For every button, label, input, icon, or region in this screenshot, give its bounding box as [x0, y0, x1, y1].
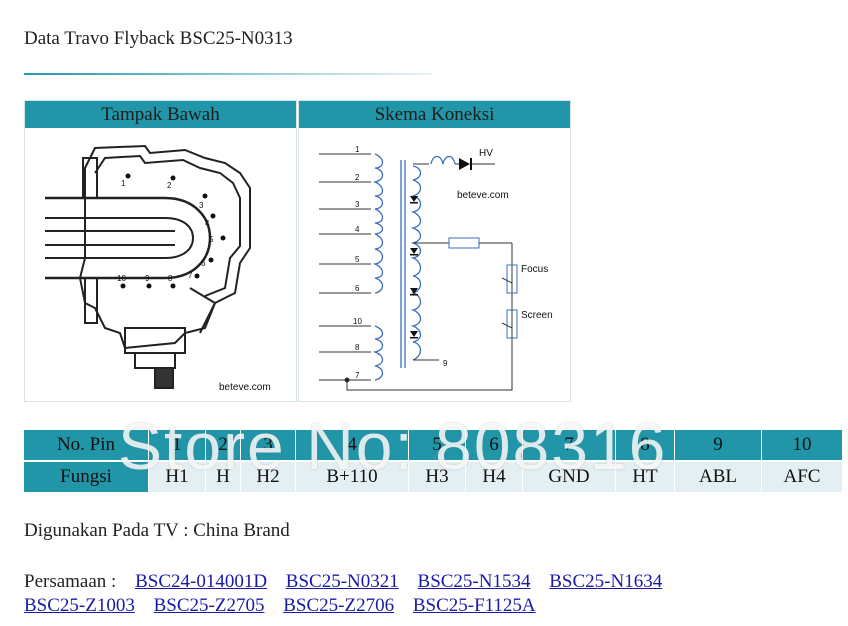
equivalent-link[interactable]: BSC25-N1634: [549, 571, 662, 592]
svg-text:10: 10: [117, 274, 126, 283]
equivalent-link[interactable]: BSC25-Z2705: [154, 595, 265, 616]
pin-number: 2: [205, 430, 241, 461]
svg-text:5: 5: [355, 255, 360, 264]
pin-row-label: No. Pin: [24, 430, 149, 461]
bottom-view-panel: Tampak Bawah 1 2 3 4 5 6 7 8 9 10 beteve…: [24, 100, 297, 402]
focus-label: Focus: [521, 264, 548, 275]
svg-text:8: 8: [168, 274, 173, 283]
hv-label: HV: [479, 148, 493, 159]
svg-text:2: 2: [167, 181, 172, 190]
equivalent-link[interactable]: BSC25-Z1003: [24, 595, 135, 616]
svg-text:7: 7: [355, 371, 360, 380]
svg-text:3: 3: [355, 200, 360, 209]
svg-text:10: 10: [353, 317, 362, 326]
svg-text:6: 6: [355, 284, 360, 293]
pin-number: 10: [761, 430, 843, 461]
screen-label: Screen: [521, 310, 553, 321]
drawing-watermark: beteve.com: [219, 382, 271, 393]
pin-number: 9: [674, 430, 762, 461]
equivalent-link[interactable]: BSC24-014001D: [135, 571, 267, 592]
pin-function: HT: [615, 460, 675, 492]
equivalents-label: Persamaan :: [24, 571, 117, 592]
pin-label: 1: [121, 179, 126, 188]
pin-function: AFC: [761, 460, 843, 492]
schematic-header: Skema Koneksi: [299, 101, 570, 128]
flyback-bottom-drawing: 1 2 3 4 5 6 7 8 9 10 beteve.com: [45, 144, 271, 393]
pin-number: 4: [295, 430, 409, 461]
pin-function: H: [205, 460, 241, 492]
svg-text:5: 5: [209, 235, 214, 244]
used-on-text: Digunakan Pada TV : China Brand: [24, 520, 290, 541]
bottom-view-header: Tampak Bawah: [25, 101, 296, 128]
page-title: Data Travo Flyback BSC25-N0313: [24, 28, 293, 49]
pin-number: 8: [615, 430, 675, 461]
svg-text:4: 4: [205, 219, 210, 228]
pin-function: H2: [240, 460, 296, 492]
svg-text:9: 9: [443, 359, 448, 368]
pin-function: GND: [522, 460, 616, 492]
svg-text:6: 6: [201, 259, 206, 268]
equivalent-link[interactable]: BSC25-Z2706: [283, 595, 394, 616]
pin-number: 6: [465, 430, 523, 461]
pin-number: 5: [408, 430, 466, 461]
svg-text:8: 8: [355, 343, 360, 352]
equivalents-list: Persamaan : BSC24-014001D BSC25-N0321 BS…: [24, 570, 704, 618]
pin-function: ABL: [674, 460, 762, 492]
pin-function: H3: [408, 460, 466, 492]
svg-text:2: 2: [355, 173, 360, 182]
pin-function: B+110: [295, 460, 409, 492]
pin-number: 3: [240, 430, 296, 461]
svg-text:9: 9: [145, 274, 150, 283]
pin-number: 7: [522, 430, 616, 461]
title-divider: [24, 73, 432, 75]
pin-number: 1: [148, 430, 206, 461]
svg-text:4: 4: [355, 225, 360, 234]
pin-function: H1: [148, 460, 206, 492]
pin-function: H4: [465, 460, 523, 492]
pin-function-table: No. Pin 1 2 3 4 5 6 7 8 9 10 Fungsi H1 H…: [24, 430, 843, 492]
pin-function-row: Fungsi H1 H H2 B+110 H3 H4 GND HT ABL AF…: [24, 460, 843, 492]
schematic-pin-label: 1: [355, 145, 360, 154]
svg-text:3: 3: [199, 201, 204, 210]
equivalent-link[interactable]: BSC25-N0321: [286, 571, 399, 592]
schematic-panel: Skema Koneksi 1 2 3 4 5 6 10 8 7 9 HV Fo…: [298, 100, 571, 402]
svg-text:7: 7: [188, 271, 193, 280]
equivalent-link[interactable]: BSC25-F1125A: [413, 595, 536, 616]
connection-schematic: 1 2 3 4 5 6 10 8 7 9 HV Focus Screen bet…: [319, 145, 553, 391]
pin-dot: [125, 173, 131, 179]
schematic-watermark: beteve.com: [457, 190, 509, 201]
equivalent-link[interactable]: BSC25-N1534: [418, 571, 531, 592]
function-row-label: Fungsi: [24, 460, 149, 492]
pin-number-row: No. Pin 1 2 3 4 5 6 7 8 9 10: [24, 430, 843, 461]
